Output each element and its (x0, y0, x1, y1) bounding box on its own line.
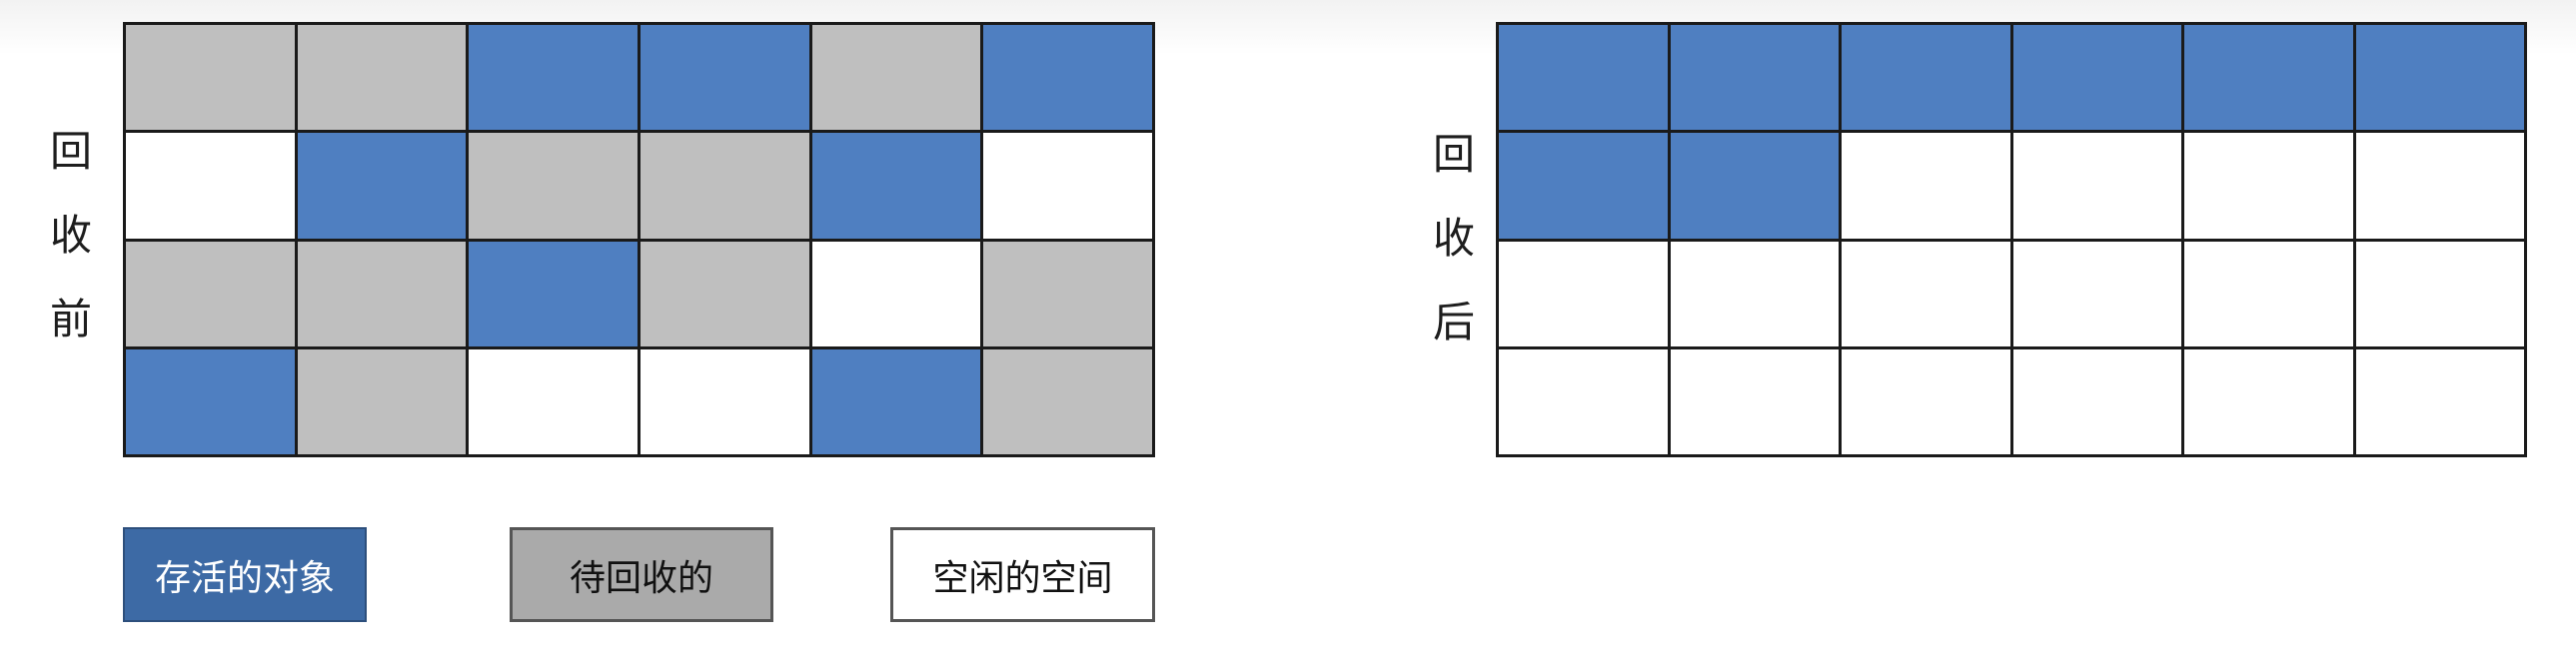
after-cell-free (2012, 133, 2184, 242)
before-cell-live (469, 25, 641, 134)
after-cell-live (2355, 25, 2527, 134)
after-cell-free (2355, 133, 2527, 242)
before-collection-label: 回 收 前 (36, 110, 106, 361)
memory-grid-before (123, 22, 1155, 457)
before-cell-free (126, 133, 298, 242)
after-cell-free (1499, 348, 1671, 457)
after-cell-free (1499, 241, 1671, 349)
before-cell-live (297, 133, 470, 242)
after-cell-live (1670, 133, 1842, 242)
before-label-char: 前 (49, 295, 92, 343)
before-cell-garbage (126, 241, 298, 349)
after-cell-free (1842, 348, 2013, 457)
after-collection-label: 回 收 后 (1419, 113, 1489, 364)
before-cell-garbage (641, 241, 812, 349)
before-cell-live (126, 348, 298, 457)
before-cell-garbage (297, 348, 470, 457)
after-cell-free (1842, 133, 2013, 242)
before-cell-garbage (126, 25, 298, 134)
after-cell-free (2012, 348, 2184, 457)
after-cell-live (1842, 25, 2013, 134)
after-cell-free (2012, 241, 2184, 349)
after-cell-free (1670, 241, 1842, 349)
before-cell-garbage (983, 348, 1155, 457)
legend-live-objects: 存活的对象 (123, 527, 367, 622)
before-cell-free (469, 348, 641, 457)
before-cell-live (469, 241, 641, 349)
before-cell-free (641, 348, 812, 457)
after-cell-live (2012, 25, 2184, 134)
after-cell-free (2184, 133, 2356, 242)
before-cell-live (641, 25, 812, 134)
memory-grid-after (1496, 22, 2527, 457)
before-cell-garbage (983, 241, 1155, 349)
legend-garbage-objects: 待回收的 (510, 527, 773, 622)
after-cell-live (1499, 133, 1671, 242)
before-label-char: 回 (49, 127, 92, 176)
after-cell-live (1670, 25, 1842, 134)
before-cell-live (983, 25, 1155, 134)
after-cell-free (2184, 348, 2356, 457)
before-cell-garbage (469, 133, 641, 242)
after-cell-live (2184, 25, 2356, 134)
before-cell-free (811, 241, 984, 349)
before-cell-live (811, 348, 984, 457)
after-label-char: 收 (1432, 214, 1475, 263)
after-label-char: 后 (1432, 298, 1475, 346)
after-cell-free (2355, 348, 2527, 457)
before-cell-garbage (297, 25, 470, 134)
after-label-char: 回 (1432, 130, 1475, 179)
before-label-char: 收 (49, 211, 92, 260)
before-cell-live (811, 133, 984, 242)
before-cell-free (983, 133, 1155, 242)
before-cell-garbage (811, 25, 984, 134)
after-cell-live (1499, 25, 1671, 134)
after-cell-free (1670, 348, 1842, 457)
after-cell-free (2184, 241, 2356, 349)
before-cell-garbage (641, 133, 812, 242)
before-cell-garbage (297, 241, 470, 349)
after-cell-free (1842, 241, 2013, 349)
legend-free-space: 空闲的空间 (890, 527, 1155, 622)
after-cell-free (2355, 241, 2527, 349)
